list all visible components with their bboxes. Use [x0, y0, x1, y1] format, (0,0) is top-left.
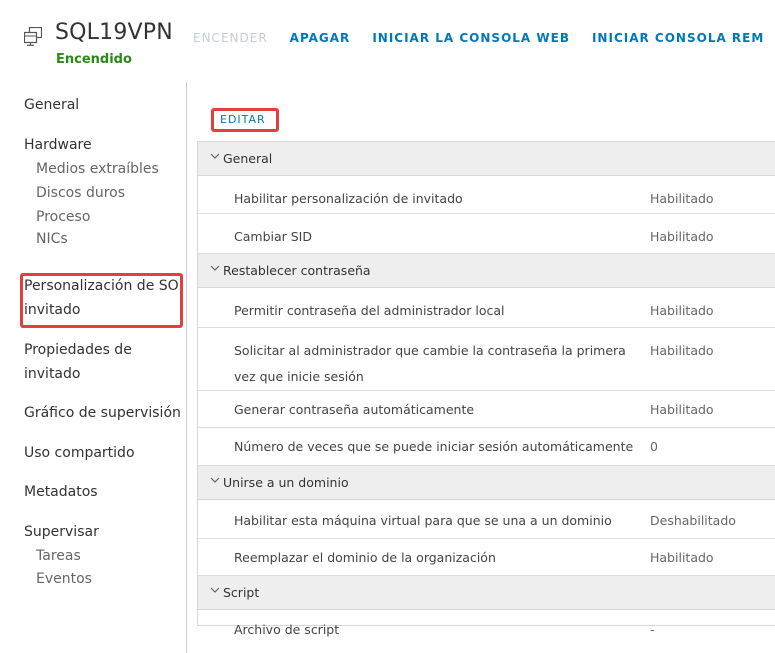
row-label: Habilitar esta máquina virtual para que …: [234, 513, 612, 528]
row-value: Habilitado: [650, 229, 714, 244]
sidebar-item-compute[interactable]: Proceso: [36, 209, 90, 225]
action-bar: ENCENDER APAGAR INICIAR LA CONSOLA WEB INIC…: [193, 31, 775, 45]
row-value: Habilitado: [650, 191, 714, 206]
sidebar-nav: General Hardware Medios extraíbles Disco…: [0, 82, 187, 653]
row-value: Habilitado: [650, 402, 714, 417]
settings-grid: General Habilitar personalización de inv…: [197, 141, 775, 637]
sidebar-item-nics[interactable]: NICs: [36, 231, 68, 247]
selected-item-highlight: [20, 273, 183, 328]
row-value: Habilitado: [650, 303, 714, 318]
section-header-reset-password[interactable]: Restablecer contraseña: [198, 254, 775, 288]
row-label: Habilitar personalización de invitado: [234, 191, 463, 206]
row-label: Permitir contraseña del administrador lo…: [234, 303, 505, 318]
table-row: Reemplazar el dominio de la organización…: [198, 539, 775, 576]
row-label: Solicitar al administrador que cambie la…: [234, 343, 626, 384]
section-title: Unirse a un dominio: [223, 475, 349, 490]
table-row: Permitir contraseña del administrador lo…: [198, 288, 775, 328]
sidebar-item-general[interactable]: General: [24, 97, 79, 113]
row-value: Habilitado: [650, 550, 714, 565]
row-value: Deshabilitado: [650, 513, 736, 528]
sidebar-item-hardware[interactable]: Hardware: [24, 137, 92, 153]
section-title: Script: [223, 585, 260, 600]
launch-web-console-button[interactable]: INICIAR LA CONSOLA WEB: [372, 31, 570, 45]
table-row: Cambiar SID Habilitado: [198, 214, 775, 254]
row-label: Archivo de script: [234, 622, 340, 637]
row-label: Número de veces que se puede iniciar ses…: [234, 439, 634, 454]
sidebar-item-guest-properties[interactable]: Propiedades de invitado: [24, 338, 184, 386]
power-on-button[interactable]: ENCENDER: [193, 31, 268, 45]
table-row: Archivo de script -: [198, 610, 775, 650]
section-title: Restablecer contraseña: [223, 263, 371, 278]
table-row: Número de veces que se puede iniciar ses…: [198, 428, 775, 466]
table-row: Habilitar personalización de invitado Ha…: [198, 176, 775, 214]
section-header-script[interactable]: Script: [198, 576, 775, 610]
section-header-general[interactable]: General: [198, 142, 775, 176]
vm-header: SQL19VPN Encendido ENCENDER APAGAR INICIAR…: [0, 0, 775, 80]
sidebar-item-events[interactable]: Eventos: [36, 571, 92, 587]
vm-icon: [24, 27, 42, 46]
section-title: General: [223, 151, 273, 166]
row-label: Reemplazar el dominio de la organización: [234, 550, 496, 565]
chevron-down-icon: [210, 477, 220, 483]
row-value: Habilitado: [650, 343, 714, 358]
sidebar-item-monitoring-chart[interactable]: Gráfico de supervisión: [24, 405, 181, 421]
chevron-down-icon: [210, 153, 220, 159]
table-row: Solicitar al administrador que cambie la…: [198, 328, 775, 391]
power-off-button[interactable]: APAGAR: [290, 31, 351, 45]
launch-remote-console-button[interactable]: INICIAR CONSOLA REM: [592, 31, 764, 45]
sidebar-item-monitor[interactable]: Supervisar: [24, 524, 99, 540]
row-value: -: [650, 622, 655, 637]
chevron-down-icon: [210, 587, 220, 593]
row-label: Cambiar SID: [234, 229, 312, 244]
sidebar-item-tasks[interactable]: Tareas: [36, 548, 81, 564]
section-header-join-domain[interactable]: Unirse a un dominio: [198, 466, 775, 500]
sidebar-item-hard-disks[interactable]: Discos duros: [36, 185, 125, 201]
sidebar-item-sharing[interactable]: Uso compartido: [24, 445, 135, 461]
chevron-down-icon: [210, 265, 220, 271]
sidebar-item-metadata[interactable]: Metadatos: [24, 484, 98, 500]
table-row: Habilitar esta máquina virtual para que …: [198, 500, 775, 539]
row-value: 0: [650, 439, 658, 454]
row-label: Generar contraseña automáticamente: [234, 402, 475, 417]
sidebar-item-removable-media[interactable]: Medios extraíbles: [36, 161, 159, 177]
vm-name: SQL19VPN: [55, 20, 173, 45]
vm-power-status: Encendido: [56, 52, 132, 67]
table-row: Generar contraseña automáticamente Habil…: [198, 391, 775, 428]
edit-button[interactable]: EDITAR: [211, 108, 279, 132]
